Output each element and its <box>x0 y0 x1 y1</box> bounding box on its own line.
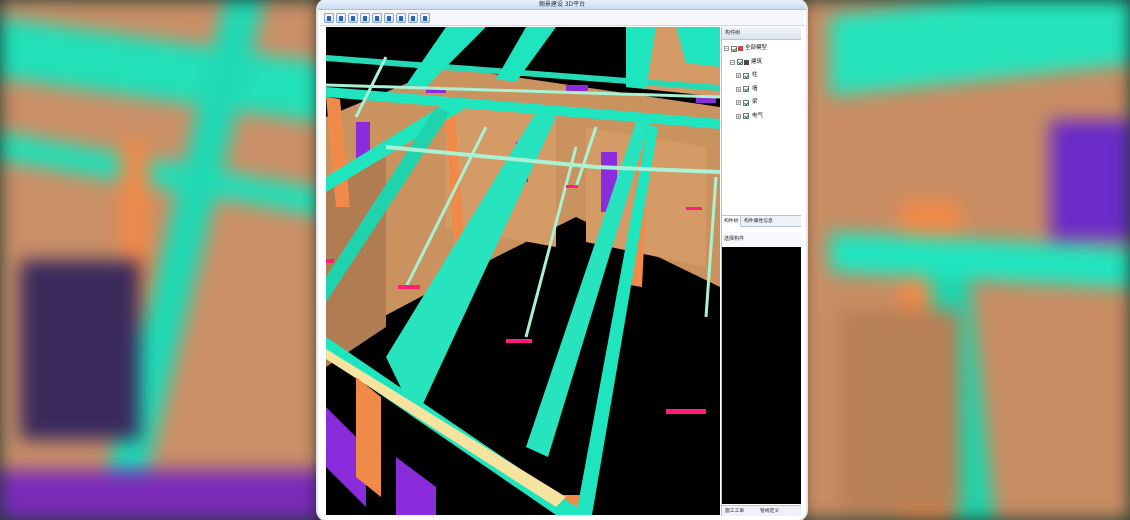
panel-heading: 构件树 <box>722 27 801 40</box>
zoom-icon[interactable] <box>408 13 418 23</box>
settings-icon[interactable] <box>420 13 430 23</box>
cut-icon[interactable] <box>372 13 382 23</box>
expand-icon[interactable]: + <box>736 73 741 78</box>
valve <box>326 259 334 263</box>
building-icon <box>744 59 749 65</box>
measure-icon[interactable] <box>384 13 394 23</box>
checkbox[interactable] <box>743 113 749 119</box>
layer-icon[interactable] <box>360 13 370 23</box>
valve <box>686 207 702 210</box>
3d-viewport[interactable] <box>326 27 720 515</box>
checkbox[interactable] <box>743 72 749 79</box>
tab-component-properties[interactable]: 构件属性信息 <box>742 216 775 227</box>
tab-work-orders[interactable]: 施工工单 <box>725 506 744 517</box>
tree-item-label: 柱 <box>752 72 758 78</box>
toolbar <box>320 11 804 26</box>
app-window: 翱景建设 3D平台 构件树 − 全部模型 − 建筑 + 柱 + 墙 + 梁 + … <box>318 0 806 520</box>
window-title: 翱景建设 3D平台 <box>538 1 586 8</box>
bottom-tabs: 施工工单 管线定义 <box>722 505 801 516</box>
roam-icon[interactable] <box>396 13 406 23</box>
properties-area[interactable] <box>722 247 801 504</box>
checkbox[interactable] <box>743 99 749 106</box>
open-icon[interactable] <box>324 13 334 23</box>
expand-icon[interactable]: + <box>736 86 741 92</box>
tree-item-wall[interactable]: + 墙 <box>722 83 801 97</box>
tree-item-label: 墙 <box>752 85 758 92</box>
side-panel: 构件树 − 全部模型 − 建筑 + 柱 + 墙 + 梁 + 电气 构件树 构件属… <box>721 27 801 516</box>
checkbox[interactable] <box>731 45 737 52</box>
tree-item-column[interactable]: + 柱 <box>722 69 801 83</box>
tree-item-label: 梁 <box>752 99 758 105</box>
model-icon <box>738 46 743 51</box>
expand-icon[interactable]: + <box>736 100 741 105</box>
tree-item-label: 全部模型 <box>745 45 768 51</box>
view-icon[interactable] <box>348 13 358 23</box>
expand-icon[interactable]: + <box>736 113 741 119</box>
tree-item-all[interactable]: − 全部模型 <box>722 42 801 56</box>
tab-component-tree[interactable]: 构件树 <box>722 216 742 227</box>
save-icon[interactable] <box>336 13 346 23</box>
checkbox[interactable] <box>743 86 749 92</box>
valve <box>506 339 532 343</box>
tree-item-building[interactable]: − 建筑 <box>722 56 801 70</box>
valve <box>666 409 706 414</box>
building-model <box>326 27 720 515</box>
tree-item-label: 建筑 <box>751 58 763 65</box>
valve <box>566 185 578 188</box>
panel-tabs: 构件树 构件属性信息 <box>722 215 801 227</box>
tree-item-electrical[interactable]: + 电气 <box>722 110 801 124</box>
selection-heading: 选择构件 <box>722 232 801 246</box>
tab-pipe-definition[interactable]: 管线定义 <box>760 506 779 517</box>
checkbox[interactable] <box>737 59 743 65</box>
valve <box>398 285 420 289</box>
expand-icon[interactable]: − <box>724 46 729 51</box>
tree-item-beam[interactable]: + 梁 <box>722 96 801 110</box>
expand-icon[interactable]: − <box>730 59 735 65</box>
component-tree: − 全部模型 − 建筑 + 柱 + 墙 + 梁 + 电气 <box>722 42 801 123</box>
title-bar[interactable]: 翱景建设 3D平台 <box>318 0 806 10</box>
tree-item-label: 电气 <box>752 112 764 119</box>
